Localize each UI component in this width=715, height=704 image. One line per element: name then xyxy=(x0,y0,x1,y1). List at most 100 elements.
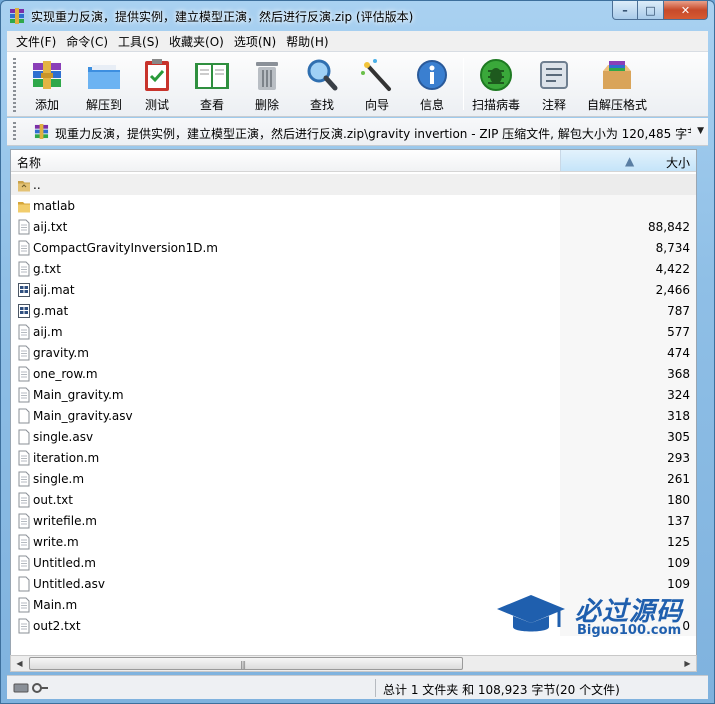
find-button[interactable]: 查找 xyxy=(300,56,344,114)
minimize-button[interactable]: – xyxy=(612,1,638,20)
mat-file-icon xyxy=(17,282,31,298)
table-row[interactable]: write.m 125 xyxy=(11,531,696,552)
file-size: 2,466 xyxy=(655,283,690,297)
address-bar: 现重力反演，提供实例，建立模型正演，然后进行反演.zip\gravity inv… xyxy=(7,118,708,146)
file-size: 305 xyxy=(667,430,690,444)
delete-button[interactable]: 删除 xyxy=(245,56,289,114)
close-button[interactable]: ✕ xyxy=(664,1,708,20)
add-button[interactable]: 添加 xyxy=(24,56,70,114)
address-grip[interactable] xyxy=(13,122,16,142)
folder-icon xyxy=(17,198,31,214)
table-row[interactable]: Main_gravity.asv 318 xyxy=(11,405,696,426)
file-name: single.asv xyxy=(33,430,94,444)
test-button[interactable]: 测试 xyxy=(134,56,180,114)
wizard-wand-icon xyxy=(357,56,397,94)
chevron-down-icon[interactable]: ▼ xyxy=(697,126,704,136)
toolbar-grip[interactable] xyxy=(13,58,16,112)
file-name: writefile.m xyxy=(33,514,97,528)
find-label: 查找 xyxy=(309,98,334,112)
scrollbar-thumb[interactable]: ||| xyxy=(29,657,463,670)
table-row[interactable]: Untitled.m 109 xyxy=(11,552,696,573)
menu-options[interactable]: 选项(N) xyxy=(229,33,281,50)
file-name: Untitled.m xyxy=(33,556,96,570)
table-row[interactable]: writefile.m 137 xyxy=(11,510,696,531)
info-button[interactable]: 信息 xyxy=(410,56,454,114)
file-name: matlab xyxy=(33,199,76,213)
menu-help[interactable]: 帮助(H) xyxy=(281,33,333,50)
column-name-header[interactable]: 名称 xyxy=(17,154,41,171)
table-row[interactable]: matlab xyxy=(11,195,696,216)
table-row[interactable]: one_row.m 368 xyxy=(11,363,696,384)
table-row[interactable]: CompactGravityInversion1D.m 8,734 xyxy=(11,237,696,258)
comment-icon xyxy=(534,56,574,94)
column-size-header[interactable]: ▲ 大小 xyxy=(560,150,696,171)
test-clipboard-icon xyxy=(137,56,177,94)
text-file-icon xyxy=(17,618,31,634)
status-separator xyxy=(375,679,376,697)
file-size: 577 xyxy=(667,325,690,339)
table-row[interactable]: Main_gravity.m 324 xyxy=(11,384,696,405)
file-name: aij.mat xyxy=(33,283,75,297)
comment-label: 注释 xyxy=(541,98,566,112)
file-size: 8,734 xyxy=(655,241,690,255)
extract-to-button[interactable]: 解压到 xyxy=(79,56,129,114)
scroll-left-icon[interactable]: ◀ xyxy=(11,656,28,671)
table-row[interactable]: out.txt 180 xyxy=(11,489,696,510)
title-bar[interactable]: 实现重力反演，提供实例，建立模型正演，然后进行反演.zip (评估版本) – □… xyxy=(1,1,714,31)
file-name: aij.txt xyxy=(33,220,68,234)
mat-file-icon xyxy=(17,303,31,319)
table-row[interactable]: g.txt 4,422 xyxy=(11,258,696,279)
toolbar-separator xyxy=(463,58,464,110)
menu-favorites[interactable]: 收藏夹(O) xyxy=(164,33,229,50)
virus-scan-button[interactable]: 扫描病毒 xyxy=(470,56,522,114)
drive-key-icon[interactable] xyxy=(13,681,49,695)
table-row[interactable]: iteration.m 293 xyxy=(11,447,696,468)
table-row[interactable]: aij.txt 88,842 xyxy=(11,216,696,237)
table-row[interactable]: g.mat 787 xyxy=(11,300,696,321)
view-button[interactable]: 查看 xyxy=(187,56,237,114)
table-row[interactable]: aij.mat 2,466 xyxy=(11,279,696,300)
table-row[interactable]: gravity.m 474 xyxy=(11,342,696,363)
wizard-button[interactable]: 向导 xyxy=(355,56,399,114)
maximize-button[interactable]: □ xyxy=(638,1,664,20)
scroll-right-icon[interactable]: ▶ xyxy=(679,656,696,671)
table-row[interactable]: single.m 261 xyxy=(11,468,696,489)
menu-tools[interactable]: 工具(S) xyxy=(113,33,164,50)
menu-commands[interactable]: 命令(C) xyxy=(61,33,113,50)
address-path[interactable]: 现重力反演，提供实例，建立模型正演，然后进行反演.zip\gravity inv… xyxy=(55,125,691,142)
file-size: 4,422 xyxy=(655,262,690,276)
text-file-icon xyxy=(17,534,31,550)
info-icon xyxy=(412,56,452,94)
add-archive-icon xyxy=(27,56,67,94)
file-name: Untitled.asv xyxy=(33,577,105,591)
status-bar: 总计 1 文件夹 和 108,923 字节(20 个文件) xyxy=(7,675,708,699)
table-row[interactable]: aij.m 577 xyxy=(11,321,696,342)
file-name: out.txt xyxy=(33,493,73,507)
table-row[interactable]: single.asv 305 xyxy=(11,426,696,447)
view-book-icon xyxy=(192,56,232,94)
trash-bin-icon xyxy=(247,56,287,94)
text-file-icon xyxy=(17,513,31,529)
toolbar: 添加 解压到 测试 查看 删除 查找 向导 信息 扫描病毒 注释 自解压格式 xyxy=(7,51,708,117)
graduation-cap-icon xyxy=(497,595,565,632)
text-file-icon xyxy=(17,450,31,466)
file-size: 109 xyxy=(667,556,690,570)
horizontal-scrollbar[interactable]: ◀ ||| ▶ xyxy=(10,655,697,672)
comment-button[interactable]: 注释 xyxy=(532,56,576,114)
file-size: 180 xyxy=(667,493,690,507)
file-name: gravity.m xyxy=(33,346,89,360)
text-file-icon xyxy=(17,219,31,235)
sfx-button[interactable]: 自解压格式 xyxy=(584,56,650,114)
file-name: .. xyxy=(33,178,41,192)
text-file-icon xyxy=(17,345,31,361)
winrar-app-icon[interactable] xyxy=(9,8,25,24)
file-size: 324 xyxy=(667,388,690,402)
file-size: 787 xyxy=(667,304,690,318)
file-name: g.txt xyxy=(33,262,61,276)
file-rows: .. matlab aij.txt 88,842 CompactGravityInver… xyxy=(11,174,696,636)
menu-file[interactable]: 文件(F) xyxy=(11,33,61,50)
parent-directory-row[interactable]: .. xyxy=(11,174,696,195)
file-name: write.m xyxy=(33,535,79,549)
file-name: Main_gravity.m xyxy=(33,388,124,402)
view-label: 查看 xyxy=(199,98,224,112)
